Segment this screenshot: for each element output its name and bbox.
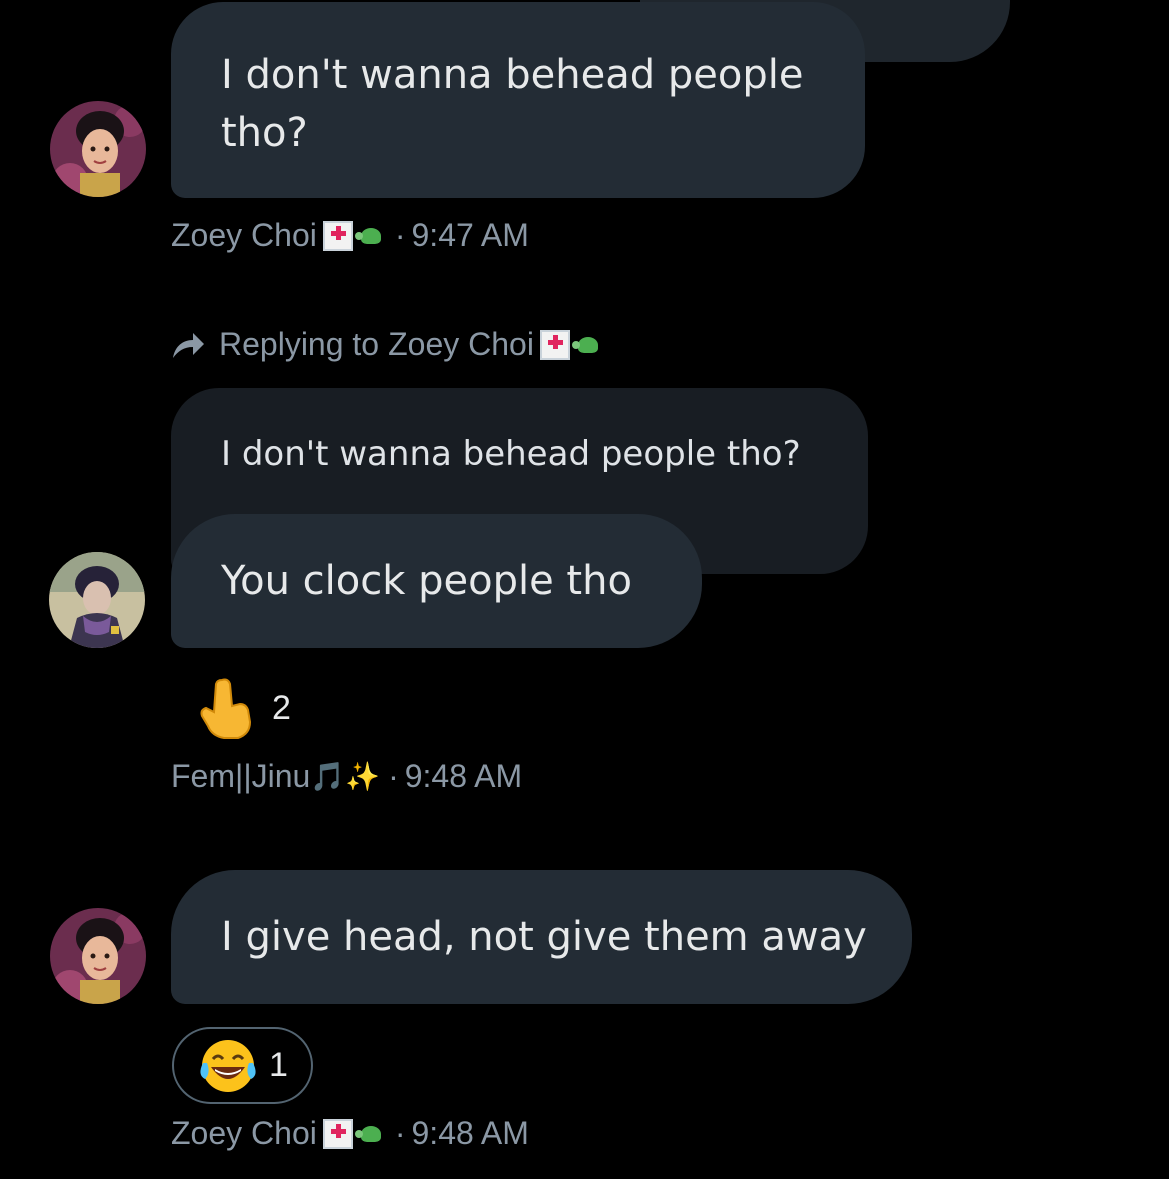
meta-separator: · — [394, 217, 406, 253]
avatar-zoey-choi[interactable] — [50, 908, 146, 1004]
pointing-down-hand-icon — [200, 678, 252, 739]
timestamp: 9:48 AM — [404, 758, 523, 794]
author-name[interactable]: Zoey Choi — [171, 1115, 317, 1152]
reaction[interactable]: 1 — [172, 1027, 313, 1104]
author-name[interactable]: Fem||Jinu — [171, 758, 310, 795]
avatar-zoey-choi[interactable] — [50, 101, 146, 197]
reaction-count: 1 — [269, 1046, 288, 1084]
message-meta: Zoey Choi · 9:48 AM — [171, 1115, 529, 1152]
avatar-image — [50, 908, 146, 1004]
author-emoji: 🎵✨ — [310, 760, 381, 792]
message-text: I don't wanna behead people tho? — [221, 52, 804, 156]
hospital-icon — [539, 329, 570, 360]
message-meta: Fem||Jinu 🎵✨ · 9:48 AM — [171, 758, 522, 795]
author-name[interactable]: Zoey Choi — [171, 217, 317, 254]
hospital-icon — [322, 220, 353, 251]
reply-indicator[interactable]: Replying to Zoey Choi — [171, 326, 604, 363]
message-bubble[interactable]: I don't wanna behead people tho? — [171, 2, 865, 198]
reply-arrow-icon — [173, 332, 204, 358]
timestamp: 9:47 AM — [411, 217, 529, 253]
turtle-icon — [571, 333, 604, 357]
reaction-count: 2 — [272, 688, 291, 727]
message-meta: Zoey Choi · 9:47 AM — [171, 217, 529, 254]
turtle-icon — [354, 224, 387, 248]
message-bubble[interactable]: You clock people tho — [171, 514, 702, 648]
timestamp: 9:48 AM — [411, 1115, 529, 1151]
hospital-icon — [322, 1118, 353, 1149]
avatar-image — [49, 552, 145, 648]
avatar-image — [50, 101, 146, 197]
avatar-fem-jinu[interactable] — [49, 552, 145, 648]
meta-separator: · — [388, 758, 399, 794]
reply-to-name: Zoey Choi — [388, 326, 534, 362]
quoted-text: I don't wanna behead people tho? — [221, 434, 801, 474]
message-bubble[interactable]: I give head, not give them away — [171, 870, 912, 1004]
laughing-tears-icon — [200, 1039, 256, 1092]
turtle-icon — [354, 1122, 387, 1146]
message-text: You clock people tho — [221, 558, 632, 604]
reply-prefix: Replying to — [219, 326, 380, 362]
meta-separator: · — [394, 1115, 406, 1151]
message-text: I give head, not give them away — [221, 914, 867, 960]
reaction[interactable]: 2 — [196, 676, 291, 740]
